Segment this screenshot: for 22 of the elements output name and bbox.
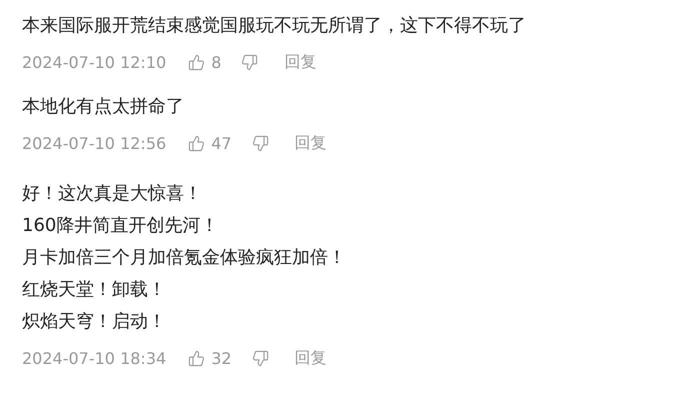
reply-link[interactable]: 回复 [294, 133, 327, 154]
like-count: 47 [211, 134, 232, 153]
comment-time: 2024-07-10 12:56 [22, 134, 166, 153]
comment-text: 本来国际服开荒结束感觉国服玩不玩无所谓了，这下不得不玩了 [22, 14, 527, 38]
like-icon[interactable] [188, 135, 206, 152]
comment-text: 本地化有点太拼命了 [22, 95, 185, 119]
comment-time: 2024-07-10 12:10 [22, 53, 166, 72]
comment-text: 160降井简直开创先河！ [22, 214, 220, 238]
like-count: 32 [211, 349, 232, 368]
like-icon[interactable] [188, 54, 206, 71]
dislike-icon[interactable] [252, 350, 269, 367]
dislike-icon[interactable] [241, 54, 258, 71]
comment-text: 好！这次真是大惊喜！ [22, 182, 203, 206]
comment-text: 红烧天堂！卸载！ [22, 278, 167, 302]
dislike-icon[interactable] [252, 135, 269, 152]
like-count: 8 [211, 53, 222, 72]
reply-link[interactable]: 回复 [284, 52, 316, 73]
comment-text: 炽焰天穹！启动！ [22, 310, 167, 334]
like-icon[interactable] [188, 350, 206, 367]
comment-time: 2024-07-10 18:34 [22, 349, 166, 368]
comment-text: 月卡加倍三个月加倍氪金体验疯狂加倍！ [22, 246, 347, 270]
reply-link[interactable]: 回复 [294, 348, 327, 369]
